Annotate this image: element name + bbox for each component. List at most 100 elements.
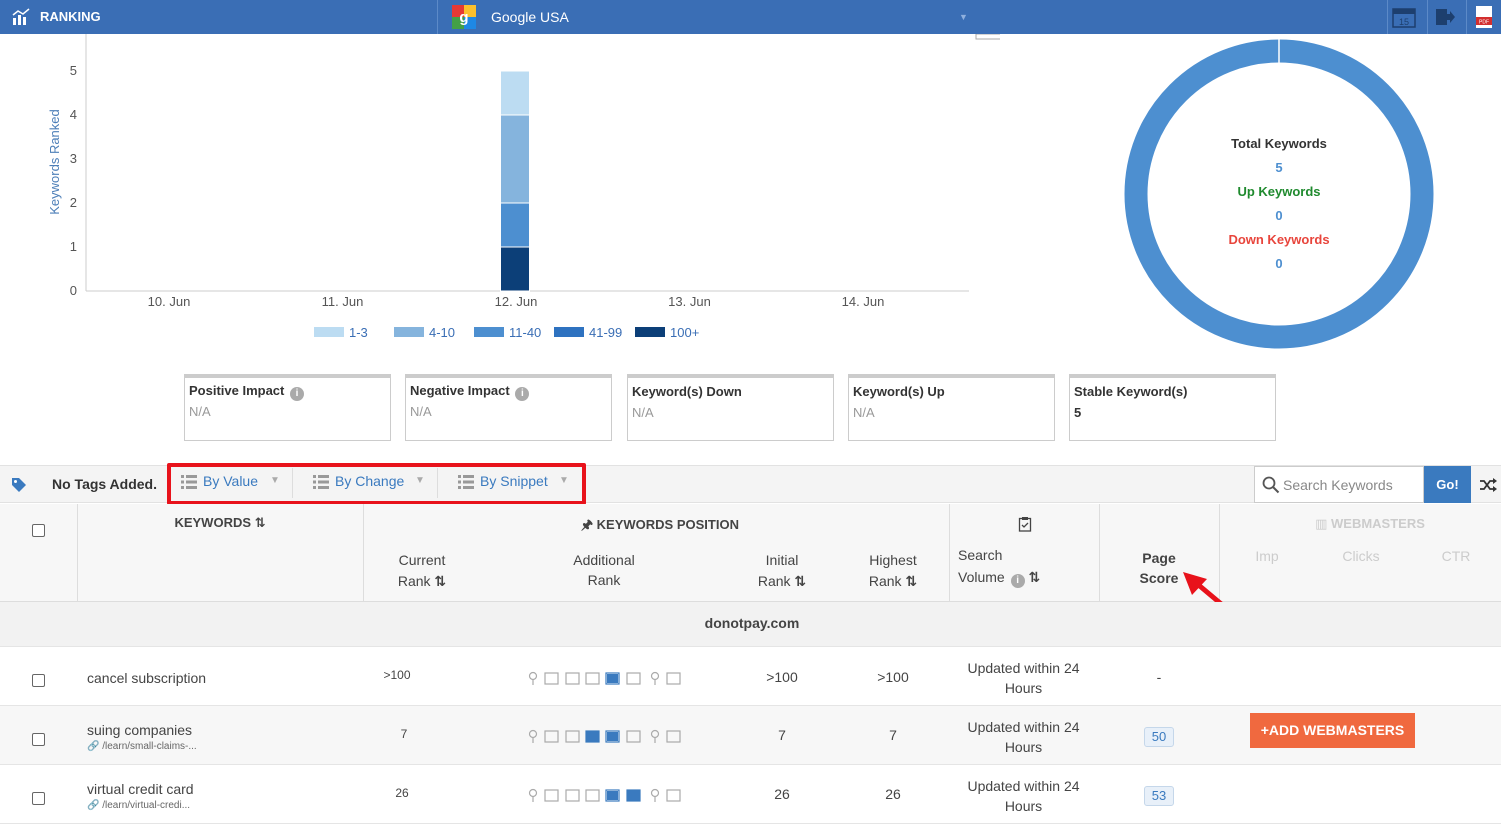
card-icon [626, 789, 641, 802]
bar-segment [500, 202, 530, 248]
bar-segment [500, 70, 530, 116]
sort-icon[interactable]: ⇅ [434, 573, 446, 589]
chart-menu-button[interactable] [975, 34, 1000, 40]
select-all-checkbox[interactable] [32, 524, 45, 537]
initial-rank-header[interactable]: Initial Rank ⇅ [732, 550, 832, 592]
keyword-text[interactable]: cancel subscription [87, 670, 206, 686]
chevron-down-icon: ▼ [959, 12, 968, 22]
search-input[interactable]: Search Keywords [1254, 466, 1424, 503]
clipboard-icon [1018, 517, 1032, 532]
y-tick-label: 1 [70, 239, 77, 254]
svg-text:PDF: PDF [1479, 20, 1489, 26]
link-icon: 🔗 [87, 741, 100, 752]
search-volume-line2: Volume [958, 569, 1005, 585]
info-icon[interactable]: i [290, 387, 304, 401]
down-keywords-label: Down Keywords [1228, 232, 1330, 247]
ranking-chart: 0 1 2 3 4 5 Keywords Ranked 10. Jun 11. Jun 12. J… [47, 34, 1000, 340]
legend-swatch [554, 327, 584, 337]
pin-icon [650, 788, 660, 802]
engine-selector[interactable]: g Google USA ▼ [439, 0, 979, 34]
legend-label: 1-3 [349, 325, 368, 340]
svg-text:g: g [459, 9, 468, 26]
stable-keywords-label: Stable Keyword(s) [1074, 384, 1188, 399]
image-icon [544, 730, 559, 743]
search-volume-header[interactable]: Search Volume i ⇅ [958, 544, 1068, 588]
keyword-text[interactable]: virtual credit card [87, 781, 194, 797]
image-icon [544, 672, 559, 685]
current-rank-line1: Current [398, 552, 446, 568]
location-icon [528, 671, 538, 685]
location-icon [528, 788, 538, 802]
export-icon[interactable] [1434, 6, 1456, 28]
additional-rank-header: Additional Rank [554, 550, 654, 590]
x-tick-label: 13. Jun [668, 294, 711, 309]
row-checkbox[interactable] [32, 733, 45, 746]
keyword-url[interactable]: 🔗 /learn/virtual-credi... [87, 800, 190, 811]
row-checkbox[interactable] [32, 792, 45, 805]
chevron-down-icon: ▼ [559, 475, 569, 486]
search-volume-line2: Hours [1004, 680, 1043, 696]
by-change-filter[interactable]: By Change ▼ [313, 471, 431, 495]
divider [1427, 0, 1428, 34]
additional-rank-line2: Rank [587, 572, 621, 588]
highest-rank-value: 26 [885, 786, 901, 802]
keywords-header[interactable]: KEYWORDS ⇅ [150, 515, 290, 531]
page-score-badge[interactable]: 53 [1144, 786, 1174, 806]
imp-header: Imp [1255, 548, 1279, 564]
up-keywords-label: Up Keywords [1237, 184, 1321, 199]
list-icon [181, 475, 197, 489]
legend-label: 4-10 [429, 325, 455, 340]
calendar-icon[interactable]: 15 [1391, 5, 1417, 29]
sort-icon[interactable]: ⇅ [905, 573, 917, 589]
sort-icon[interactable]: ⇅ [1028, 569, 1040, 585]
by-snippet-filter[interactable]: By Snippet ▼ [458, 471, 574, 495]
tag-icon[interactable] [10, 476, 28, 494]
keyword-text[interactable]: suing companies [87, 722, 192, 738]
divider [949, 504, 950, 602]
search-volume-line1: Updated within 24 [967, 660, 1080, 676]
search-volume-line1: Updated within 24 [967, 778, 1080, 794]
bar-segment [500, 114, 530, 204]
add-webmasters-button[interactable]: +ADD WEBMASTERS [1250, 713, 1415, 748]
info-icon[interactable]: i [1010, 574, 1025, 588]
search-placeholder: Search Keywords [1283, 477, 1393, 493]
pdf-icon[interactable]: PDF [1475, 5, 1493, 29]
chart-icon [12, 8, 30, 25]
no-tags-text: No Tags Added. [52, 476, 157, 492]
shuffle-icon[interactable] [1479, 477, 1497, 493]
search-volume-line1: Updated within 24 [967, 719, 1080, 735]
current-rank-value: >100 [383, 668, 411, 682]
sort-icon[interactable]: ⇅ [794, 573, 806, 589]
initial-rank-value: >100 [766, 669, 798, 685]
divider [292, 468, 293, 498]
list-icon [313, 475, 329, 489]
search-volume-line2: Hours [1004, 798, 1043, 814]
keywords-up-label: Keyword(s) Up [853, 384, 945, 399]
shopping-icon [666, 730, 681, 743]
info-icon[interactable]: i [515, 387, 530, 401]
current-rank-value: 7 [400, 727, 408, 741]
ads-icon [585, 730, 600, 743]
y-tick-label: 5 [70, 63, 77, 78]
bar-chart-icon: ▥ [1315, 516, 1328, 531]
row-checkbox[interactable] [32, 674, 45, 687]
legend-swatch [394, 327, 424, 337]
news-icon [565, 730, 580, 743]
keyword-url[interactable]: 🔗 /learn/small-claims-... [87, 741, 197, 752]
serp-feature-icons [528, 671, 688, 692]
additional-rank-line1: Additional [573, 552, 635, 568]
page-title: RANKING [40, 9, 101, 24]
y-axis-label: Keywords Ranked [47, 109, 62, 215]
page-score-badge[interactable]: 50 [1144, 727, 1174, 747]
by-value-filter[interactable]: By Value ▼ [181, 471, 289, 495]
negative-impact-value: N/A [410, 404, 432, 419]
highest-rank-value: >100 [877, 669, 909, 685]
sort-icon[interactable]: ⇅ [255, 515, 266, 530]
table-row: virtual credit card 🔗 /learn/virtual-cre… [0, 765, 1501, 824]
go-button[interactable]: Go! [1424, 466, 1471, 503]
serp-icon-strip [528, 788, 681, 802]
total-keywords-label: Total Keywords [1231, 136, 1327, 151]
current-rank-header[interactable]: Current Rank ⇅ [372, 550, 472, 592]
highest-rank-header[interactable]: Highest Rank ⇅ [843, 550, 943, 592]
google-icon: g [452, 5, 476, 29]
